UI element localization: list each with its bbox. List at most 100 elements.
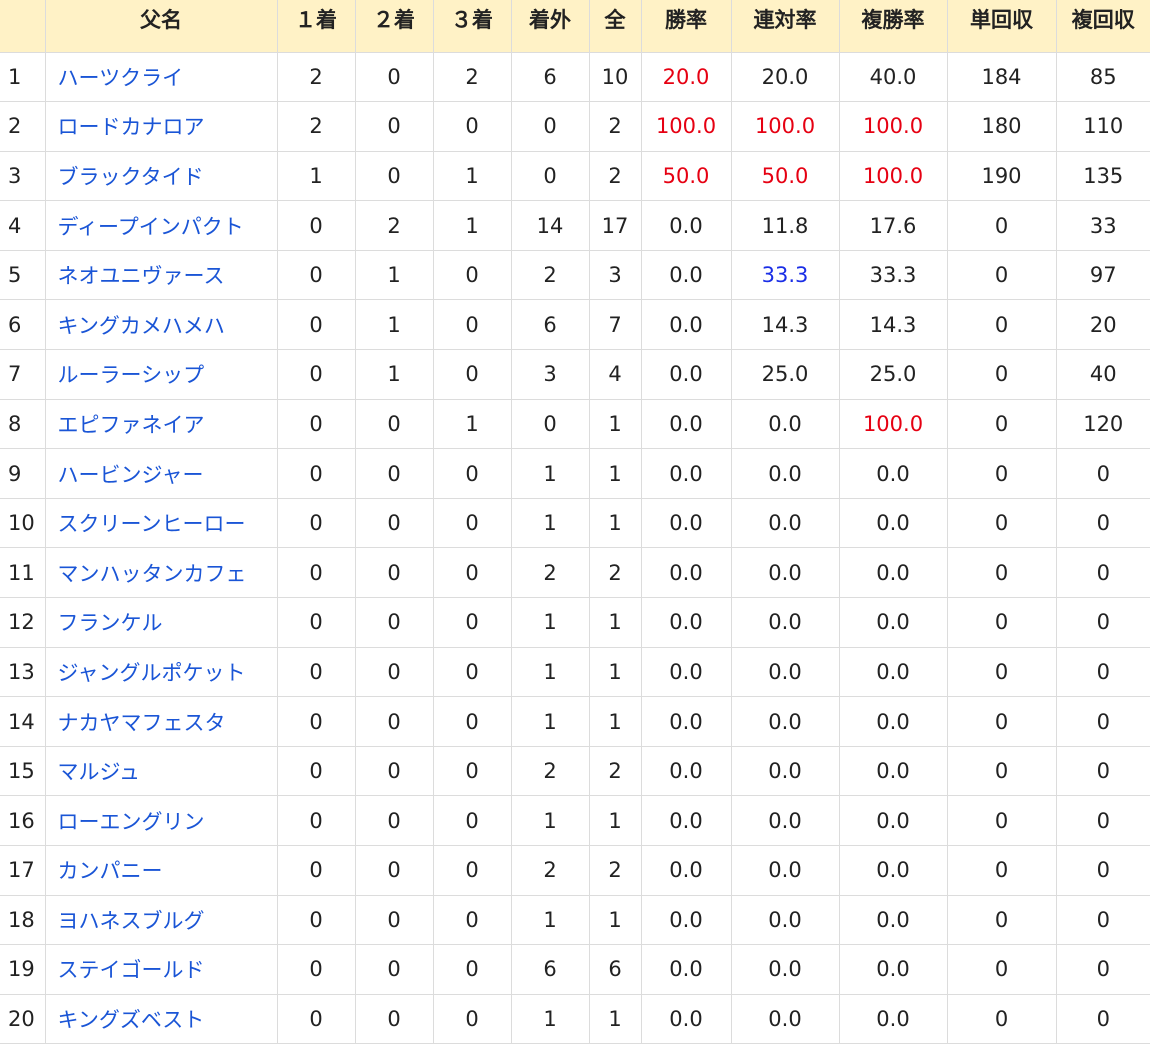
second-count: 0 xyxy=(355,597,434,648)
second-count: 0 xyxy=(355,101,434,152)
header-top3-rate[interactable]: 複勝率 xyxy=(839,0,948,53)
total-count: 2 xyxy=(589,101,642,152)
header-total[interactable]: 全 xyxy=(589,0,642,53)
first-count: 0 xyxy=(277,944,356,995)
sire-name-link[interactable]: ジャングルポケット xyxy=(45,647,278,698)
sire-name-link[interactable]: キングカメハメハ xyxy=(45,299,278,351)
win-rate: 0.0 xyxy=(641,498,732,549)
header-place-return[interactable]: 複回収 xyxy=(1056,0,1150,53)
sire-name-link[interactable]: ナカヤマフェスタ xyxy=(45,696,278,747)
top3-rate: 0.0 xyxy=(839,448,948,499)
top3-rate: 0.0 xyxy=(839,895,948,946)
rank-cell: 1 xyxy=(0,52,46,103)
first-count: 2 xyxy=(277,52,356,103)
first-count: 0 xyxy=(277,845,356,896)
sire-name-link[interactable]: エピファネイア xyxy=(45,399,278,450)
total-count: 1 xyxy=(589,448,642,499)
header-top2-rate[interactable]: 連対率 xyxy=(731,0,840,53)
third-count: 0 xyxy=(433,647,512,698)
top3-rate: 0.0 xyxy=(839,547,948,599)
header-win-rate[interactable]: 勝率 xyxy=(641,0,732,53)
top3-rate: 100.0 xyxy=(839,151,948,202)
header-third[interactable]: ３着 xyxy=(433,0,512,53)
third-count: 0 xyxy=(433,746,512,797)
first-count: 2 xyxy=(277,101,356,152)
table-row: 13 ジャングルポケット 0 0 0 1 1 0.0 0.0 0.0 0 0 xyxy=(0,647,1150,698)
rank-cell: 6 xyxy=(0,299,46,351)
first-count: 0 xyxy=(277,498,356,549)
total-count: 1 xyxy=(589,994,642,1045)
sire-name-link[interactable]: マンハッタンカフェ xyxy=(45,547,278,599)
table-row: 10 スクリーンヒーロー 0 0 0 1 1 0.0 0.0 0.0 0 0 xyxy=(0,498,1150,549)
table-row: 14 ナカヤマフェスタ 0 0 0 1 1 0.0 0.0 0.0 0 0 xyxy=(0,696,1150,747)
win-rate: 0.0 xyxy=(641,448,732,499)
first-count: 0 xyxy=(277,647,356,698)
out-count: 3 xyxy=(511,349,590,400)
second-count: 0 xyxy=(355,795,434,846)
top3-rate: 0.0 xyxy=(839,696,948,747)
second-count: 0 xyxy=(355,994,434,1045)
table-row: 4 ディープインパクト 0 2 1 14 17 0.0 11.8 17.6 0 33 xyxy=(0,200,1150,251)
rank-cell: 14 xyxy=(0,696,46,747)
third-count: 0 xyxy=(433,547,512,599)
out-count: 0 xyxy=(511,399,590,450)
top2-rate: 0.0 xyxy=(731,696,840,747)
out-count: 1 xyxy=(511,795,590,846)
third-count: 0 xyxy=(433,349,512,400)
sire-name-link[interactable]: フランケル xyxy=(45,597,278,648)
win-return: 0 xyxy=(947,250,1057,301)
header-out[interactable]: 着外 xyxy=(511,0,590,53)
sire-name-link[interactable]: ネオユニヴァース xyxy=(45,250,278,301)
sire-name-link[interactable]: マルジュ xyxy=(45,746,278,797)
win-return: 0 xyxy=(947,895,1057,946)
win-return: 0 xyxy=(947,746,1057,797)
sire-name-link[interactable]: ロードカナロア xyxy=(45,101,278,152)
place-return: 0 xyxy=(1056,994,1150,1045)
header-second[interactable]: ２着 xyxy=(355,0,434,53)
sire-name-link[interactable]: ヨハネスブルグ xyxy=(45,895,278,946)
win-return: 0 xyxy=(947,299,1057,351)
header-first[interactable]: １着 xyxy=(277,0,356,53)
place-return: 0 xyxy=(1056,448,1150,499)
first-count: 0 xyxy=(277,895,356,946)
first-count: 0 xyxy=(277,547,356,599)
top3-rate: 0.0 xyxy=(839,498,948,549)
top2-rate: 11.8 xyxy=(731,200,840,251)
header-win-return[interactable]: 単回収 xyxy=(947,0,1057,53)
top3-rate: 100.0 xyxy=(839,101,948,152)
total-count: 10 xyxy=(589,52,642,103)
win-rate: 0.0 xyxy=(641,547,732,599)
total-count: 1 xyxy=(589,895,642,946)
top3-rate: 25.0 xyxy=(839,349,948,400)
sire-name-link[interactable]: ステイゴールド xyxy=(45,944,278,995)
out-count: 1 xyxy=(511,498,590,549)
header-sire-name[interactable]: 父名 xyxy=(45,0,278,53)
sire-name-link[interactable]: ローエングリン xyxy=(45,795,278,846)
top2-rate: 0.0 xyxy=(731,399,840,450)
third-count: 0 xyxy=(433,895,512,946)
top2-rate: 0.0 xyxy=(731,547,840,599)
sire-name-link[interactable]: キングズベスト xyxy=(45,994,278,1045)
sire-name-link[interactable]: ハーツクライ xyxy=(45,52,278,103)
rank-cell: 7 xyxy=(0,349,46,400)
third-count: 0 xyxy=(433,299,512,351)
win-rate: 0.0 xyxy=(641,399,732,450)
top2-rate: 50.0 xyxy=(731,151,840,202)
top3-rate: 14.3 xyxy=(839,299,948,351)
sire-name-link[interactable]: ルーラーシップ xyxy=(45,349,278,400)
third-count: 0 xyxy=(433,250,512,301)
second-count: 0 xyxy=(355,647,434,698)
sire-name-link[interactable]: ハービンジャー xyxy=(45,448,278,499)
table-row: 3 ブラックタイド 1 0 1 0 2 50.0 50.0 100.0 190 135 xyxy=(0,151,1150,202)
rank-cell: 5 xyxy=(0,250,46,301)
sire-name-link[interactable]: カンパニー xyxy=(45,845,278,896)
sire-name-link[interactable]: ブラックタイド xyxy=(45,151,278,202)
first-count: 0 xyxy=(277,250,356,301)
table-row: 6 キングカメハメハ 0 1 0 6 7 0.0 14.3 14.3 0 20 xyxy=(0,299,1150,351)
second-count: 1 xyxy=(355,299,434,351)
sire-name-link[interactable]: ディープインパクト xyxy=(45,200,278,251)
win-return: 0 xyxy=(947,399,1057,450)
top3-rate: 0.0 xyxy=(839,795,948,846)
out-count: 1 xyxy=(511,448,590,499)
sire-name-link[interactable]: スクリーンヒーロー xyxy=(45,498,278,549)
